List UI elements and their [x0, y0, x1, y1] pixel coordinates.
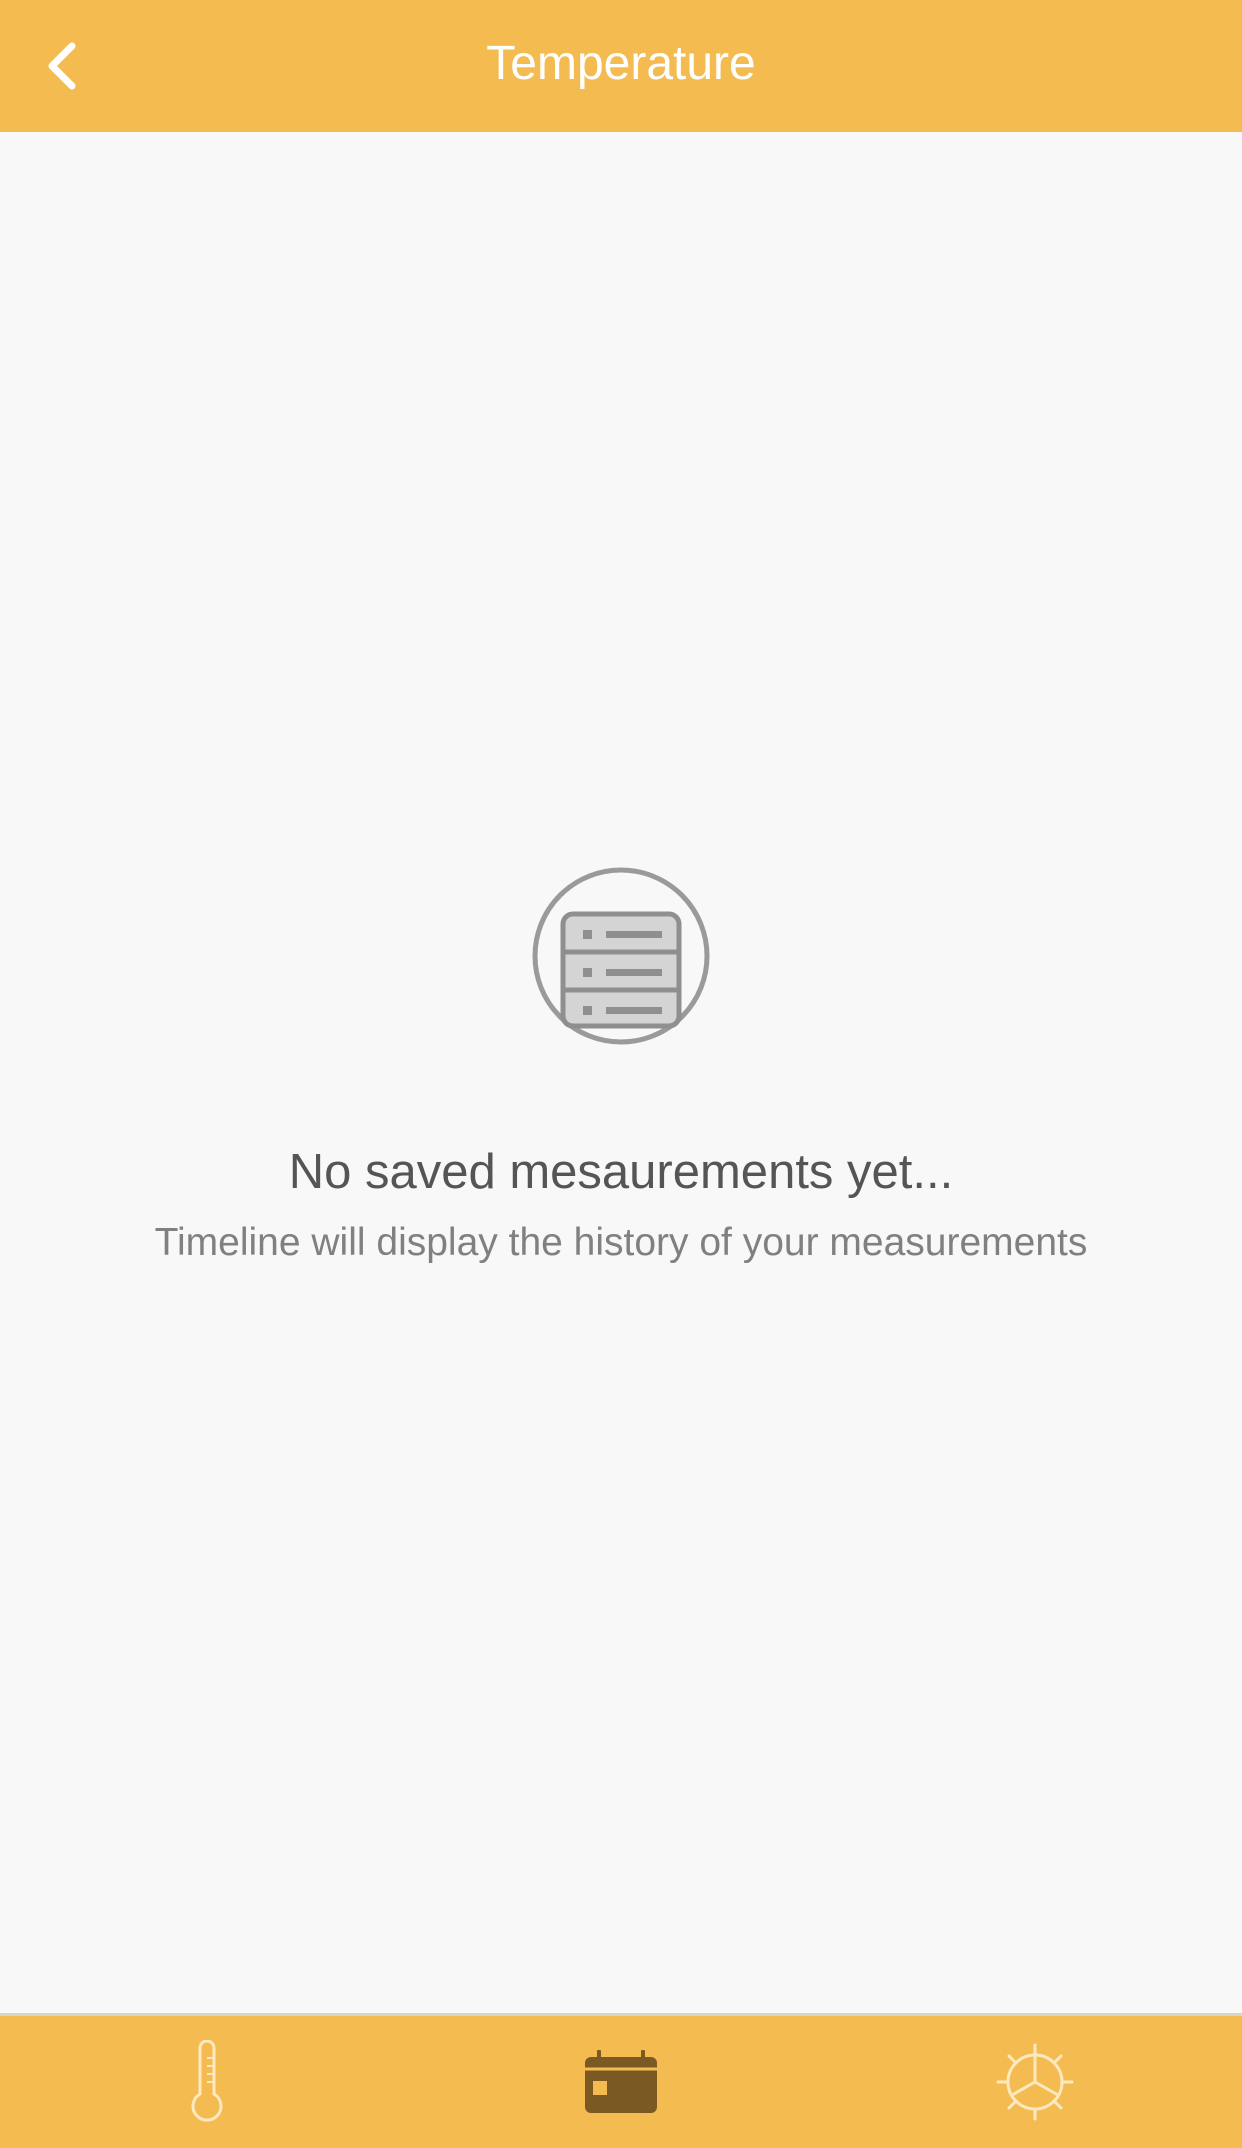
app-header: Temperature — [0, 0, 1242, 132]
page-title: Temperature — [486, 37, 756, 90]
settings-gear-icon — [996, 2043, 1074, 2121]
empty-state: No saved mesaurements yet... Timeline wi… — [0, 866, 1242, 1268]
nav-item-thermometer[interactable] — [0, 2016, 414, 2148]
thermometer-icon — [191, 2040, 223, 2122]
app-root: Temperature No saved mesaurements yet...… — [0, 0, 1242, 2148]
list-storage-icon — [532, 867, 710, 1045]
calendar-icon — [585, 2050, 657, 2113]
empty-state-title: No saved mesaurements yet... — [288, 1145, 954, 1199]
empty-state-subtitle: Timeline will display the history of you… — [154, 1221, 1088, 1264]
bottom-navigation — [0, 2013, 1242, 2148]
nav-item-settings[interactable] — [828, 2016, 1242, 2148]
nav-item-calendar[interactable] — [414, 2016, 828, 2148]
